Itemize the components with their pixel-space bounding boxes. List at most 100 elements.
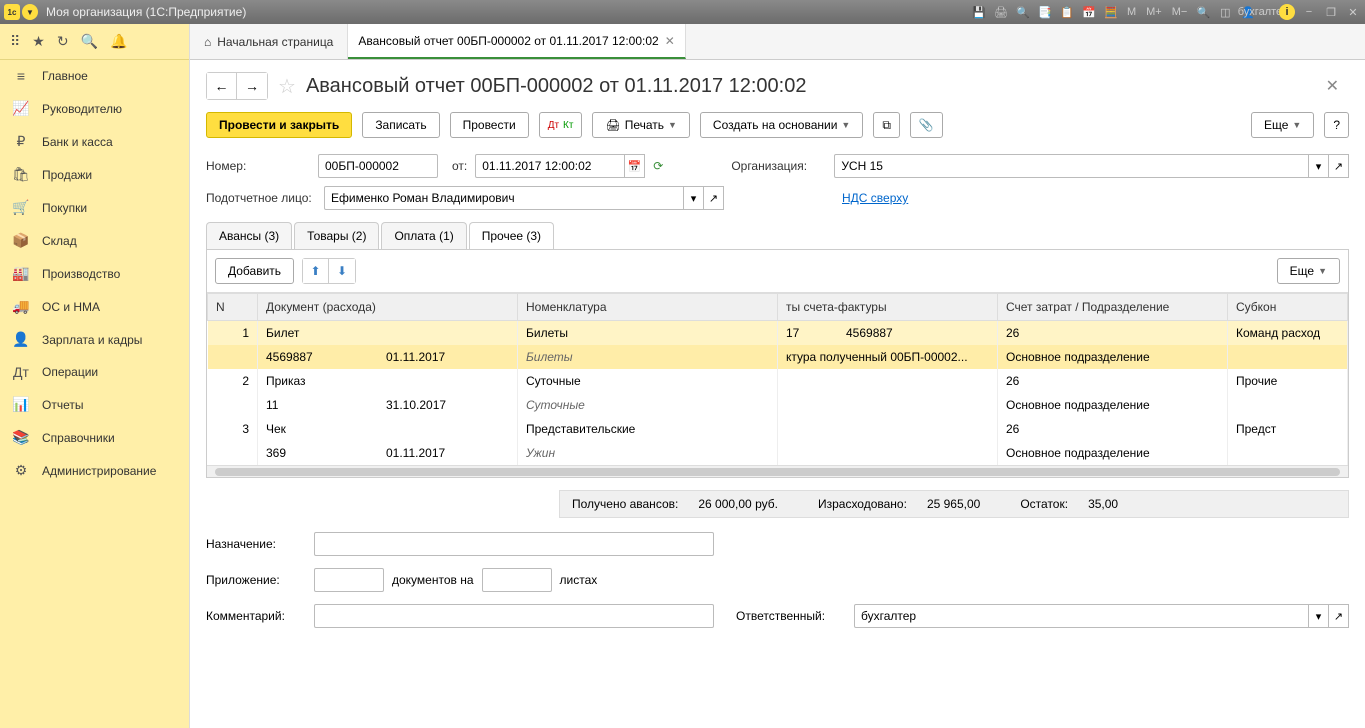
col-sf[interactable]: ты счета-фактуры (778, 294, 998, 321)
sidebar-item-2[interactable]: ₽Банк и касса (0, 125, 189, 158)
col-n[interactable]: N (208, 294, 258, 321)
sidebar-item-12[interactable]: ⚙Администрирование (0, 454, 189, 487)
person-dropdown-icon[interactable]: ▾ (684, 186, 704, 210)
sidebar-item-0[interactable]: ≡Главное (0, 60, 189, 92)
post-and-close-button[interactable]: Провести и закрыть (206, 112, 352, 138)
preview-icon[interactable]: 🔍 (1015, 4, 1031, 20)
tab-close-icon[interactable]: ✕ (665, 34, 675, 48)
user-label[interactable]: 👤 бухгалтер (1239, 4, 1273, 20)
table-row[interactable]: 2ПриказСуточные26Прочие (208, 369, 1348, 393)
history-icon[interactable]: ↻ (57, 33, 69, 50)
resp-open-icon[interactable]: ↗ (1329, 604, 1349, 628)
sidebar-item-6[interactable]: 🏭Производство (0, 257, 189, 290)
bell-icon[interactable]: 🔔 (110, 33, 127, 50)
sidebar-item-1[interactable]: 📈Руководителю (0, 92, 189, 125)
sidebar-item-7[interactable]: 🚚ОС и НМА (0, 290, 189, 323)
table-row-sub[interactable]: 36901.11.2017УжинОсновное подразделение (208, 441, 1348, 465)
help-button[interactable]: ? (1324, 112, 1349, 138)
print-button[interactable]: 🖨Печать▼ (592, 112, 689, 138)
apps-icon[interactable]: ⠿ (10, 33, 20, 50)
col-doc[interactable]: Документ (расхода) (258, 294, 518, 321)
sidebar-item-3[interactable]: 🛍Продажи (0, 158, 189, 191)
star-icon[interactable]: ★ (32, 33, 45, 50)
resp-input[interactable] (854, 604, 1309, 628)
tab-advances[interactable]: Авансы (3) (206, 222, 292, 249)
save-icon[interactable]: 💾 (971, 4, 987, 20)
person-open-icon[interactable]: ↗ (704, 186, 724, 210)
purpose-input[interactable] (314, 532, 714, 556)
close-icon[interactable]: ✕ (1345, 4, 1361, 20)
sidebar-item-4[interactable]: 🛒Покупки (0, 191, 189, 224)
row-comment: Комментарий: Ответственный: ▾ ↗ (190, 598, 1365, 634)
calc-icon[interactable]: 🧮 (1103, 4, 1119, 20)
move-up-button[interactable]: ⬆ (303, 259, 329, 283)
memory-mplus[interactable]: M+ (1144, 4, 1164, 20)
back-button[interactable]: ← (207, 73, 237, 99)
nav-label: Руководителю (42, 102, 122, 116)
document-close-icon[interactable]: ✕ (1326, 76, 1349, 96)
table-row-sub[interactable]: 1131.10.2017СуточныеОсновное подразделен… (208, 393, 1348, 417)
sidebar-item-9[interactable]: ДтОперации (0, 356, 189, 388)
structure-button[interactable]: ⧉ (873, 112, 900, 138)
table-row-sub[interactable]: 456988701.11.2017Билетыктура полученный … (208, 345, 1348, 369)
vat-link[interactable]: НДС сверху (842, 191, 908, 205)
tab-payment[interactable]: Оплата (1) (381, 222, 466, 249)
comment-input[interactable] (314, 604, 714, 628)
attach-docs-input[interactable] (314, 568, 384, 592)
move-down-button[interactable]: ⬇ (329, 259, 355, 283)
col-acc[interactable]: Счет затрат / Подразделение (998, 294, 1228, 321)
tab-home[interactable]: ⌂ Начальная страница (190, 24, 348, 59)
tab-other[interactable]: Прочее (3) (469, 222, 554, 249)
attach-pages-input[interactable] (482, 568, 552, 592)
create-based-button[interactable]: Создать на основании▼ (700, 112, 863, 138)
table-row[interactable]: 1БилетБилеты17456988726Команд расход (208, 321, 1348, 346)
add-button[interactable]: Добавить (215, 258, 294, 284)
org-dropdown-icon[interactable]: ▾ (1309, 154, 1329, 178)
memory-m[interactable]: M (1125, 4, 1138, 20)
resp-dropdown-icon[interactable]: ▾ (1309, 604, 1329, 628)
number-input[interactable] (318, 154, 438, 178)
dtkt-button[interactable]: ДтКт (539, 112, 583, 138)
zoom-icon[interactable]: 🔍 (1195, 4, 1211, 20)
table-row[interactable]: 3ЧекПредставительские26Предст (208, 417, 1348, 441)
org-open-icon[interactable]: ↗ (1329, 154, 1349, 178)
org-input[interactable] (834, 154, 1309, 178)
more-button[interactable]: Еще▼ (1251, 112, 1314, 138)
calendar-picker-icon[interactable]: 📅 (625, 154, 645, 178)
summary-box: Получено авансов:26 000,00 руб. Израсход… (559, 490, 1349, 518)
move-arrows: ⬆ ⬇ (302, 258, 356, 284)
refresh-icon[interactable]: ⟳ (653, 159, 663, 173)
calendar-icon[interactable]: 📅 (1081, 4, 1097, 20)
table-scrollbar[interactable] (207, 465, 1348, 477)
col-sub[interactable]: Субкон (1228, 294, 1348, 321)
post-button[interactable]: Провести (450, 112, 529, 138)
resp-label: Ответственный: (736, 609, 846, 623)
maximize-icon[interactable]: ❐ (1323, 4, 1339, 20)
attach-button[interactable]: 📎 (910, 112, 943, 138)
sidebar-item-11[interactable]: 📚Справочники (0, 421, 189, 454)
sidebar-item-5[interactable]: 📦Склад (0, 224, 189, 257)
forward-button[interactable]: → (237, 73, 267, 99)
clipboard-icon[interactable]: 📋 (1059, 4, 1075, 20)
panel-icon[interactable]: ◫ (1217, 4, 1233, 20)
favorite-icon[interactable]: ☆ (278, 74, 296, 99)
row-attach: Приложение: документов на листах (190, 562, 1365, 598)
table-more-button[interactable]: Еще▼ (1277, 258, 1340, 284)
print-icon[interactable]: 🖨 (993, 4, 1009, 20)
search-icon[interactable]: 🔍 (81, 33, 98, 50)
tab-document[interactable]: Авансовый отчет 00БП-000002 от 01.11.201… (348, 24, 685, 59)
sidebar-item-10[interactable]: 📊Отчеты (0, 388, 189, 421)
minimize-icon[interactable]: − (1301, 4, 1317, 20)
compare-icon[interactable]: 📑 (1037, 4, 1053, 20)
info-icon[interactable]: i (1279, 4, 1295, 20)
date-input[interactable] (475, 154, 625, 178)
memory-mminus[interactable]: M− (1170, 4, 1190, 20)
tab-goods[interactable]: Товары (2) (294, 222, 379, 249)
person-label: Подотчетное лицо: (206, 191, 316, 205)
col-nom[interactable]: Номенклатура (518, 294, 778, 321)
person-input[interactable] (324, 186, 684, 210)
nav-label: Справочники (42, 431, 115, 445)
app-menu-icon[interactable]: ▼ (22, 4, 38, 20)
write-button[interactable]: Записать (362, 112, 439, 138)
sidebar-item-8[interactable]: 👤Зарплата и кадры (0, 323, 189, 356)
